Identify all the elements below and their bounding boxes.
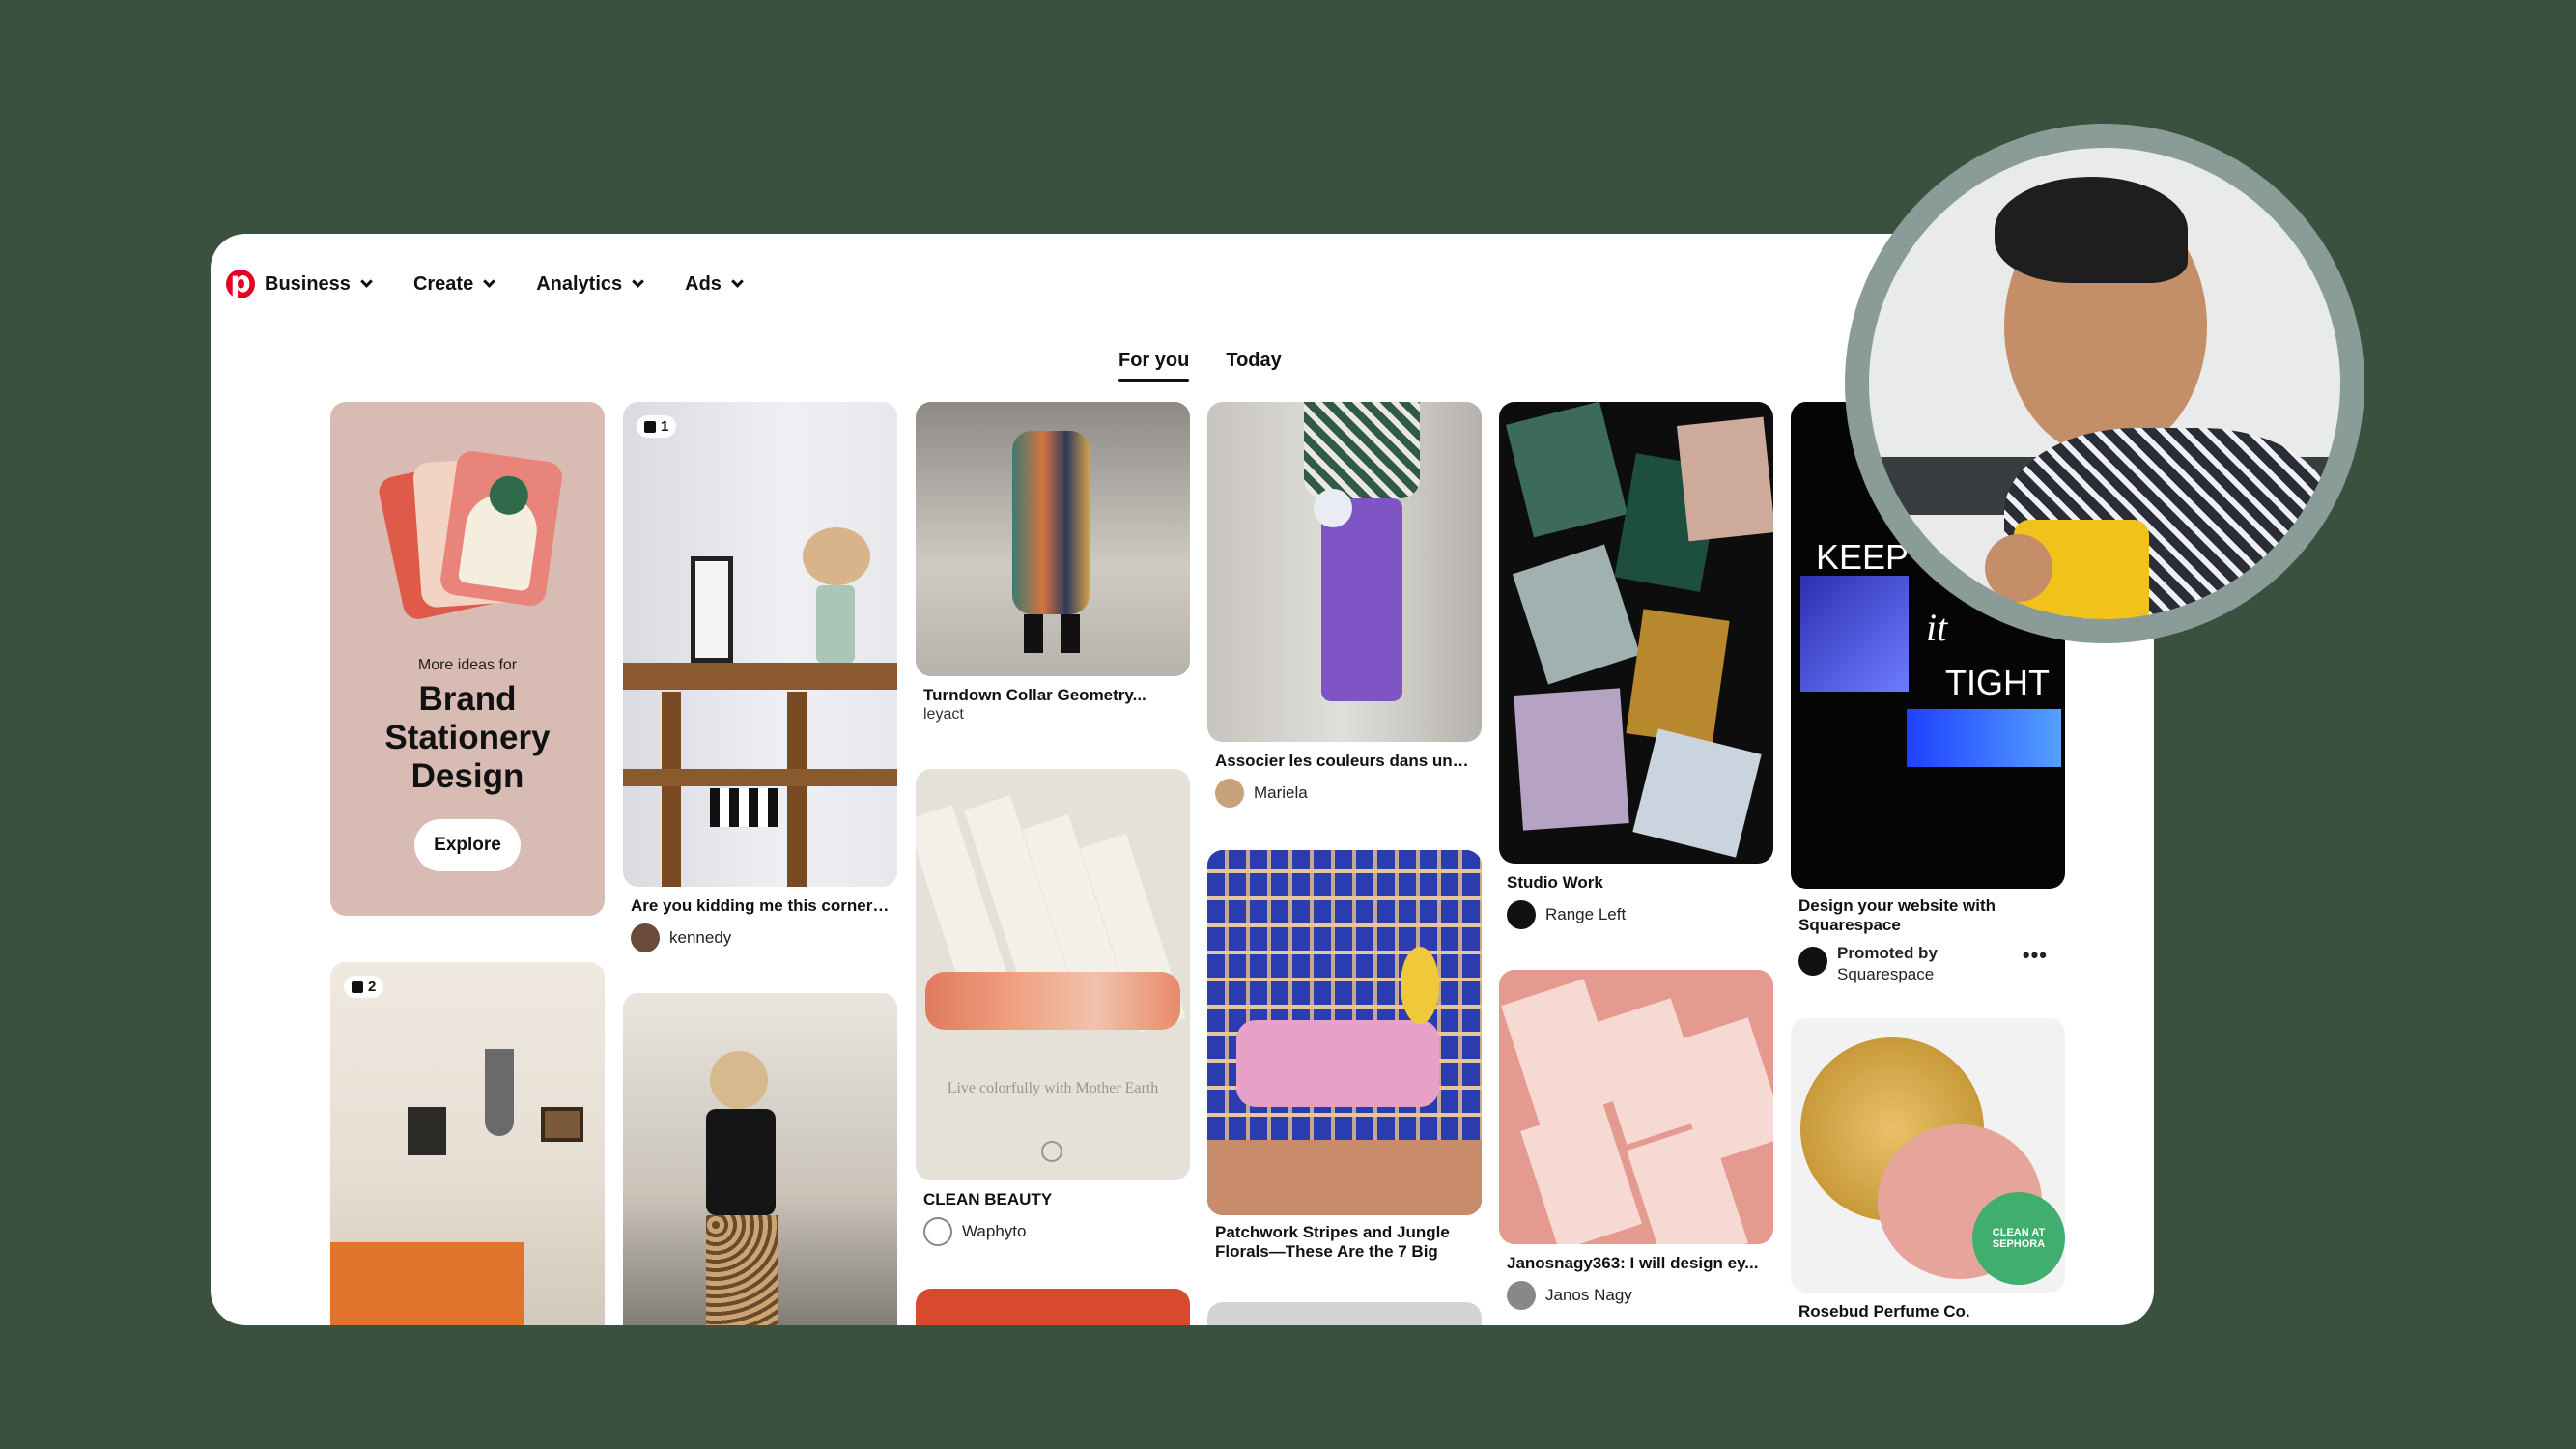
- pin-caption: Janosnagy363: I will design ey... Janos …: [1499, 1254, 1773, 1310]
- pin-owner[interactable]: Range Left: [1507, 900, 1766, 929]
- nav-business[interactable]: Business: [265, 272, 373, 296]
- top-nav: Business Create Analytics Ads: [226, 265, 784, 303]
- pin-count-badge: 1: [637, 415, 677, 438]
- pin-count-value: 2: [368, 979, 377, 995]
- promo-card[interactable]: More ideas for Brand Stationery Design E…: [330, 402, 605, 916]
- pin-owner[interactable]: Promoted by Squarespace •••: [1798, 943, 2057, 985]
- pin-owner[interactable]: Janos Nagy: [1507, 1281, 1766, 1310]
- pin-caption: Turndown Collar Geometry... leyact: [916, 686, 1190, 724]
- chevron-down-icon: [632, 275, 645, 288]
- pin-title[interactable]: CLEAN BEAUTY: [923, 1190, 1182, 1209]
- clean-at-sephora-badge: CLEAN AT SEPHORA: [1972, 1192, 2065, 1285]
- pin-image-purple-outfit[interactable]: [1207, 402, 1482, 742]
- pin-image-clean-beauty[interactable]: Live colorfully with Mother Earth: [916, 769, 1190, 1180]
- chevron-down-icon: [483, 275, 496, 288]
- more-options-icon[interactable]: •••: [2023, 943, 2048, 968]
- chevron-down-icon: [731, 275, 744, 288]
- nav-analytics[interactable]: Analytics: [536, 272, 645, 296]
- pin-caption: Patchwork Stripes and Jungle Florals—The…: [1207, 1223, 1482, 1262]
- multi-image-icon: [644, 420, 656, 433]
- pin-caption: Design your website with Squarespace Pro…: [1791, 896, 2065, 985]
- owner-name: Squarespace: [1837, 965, 1935, 983]
- pin-caption: CLEAN BEAUTY Waphyto: [916, 1190, 1190, 1246]
- pin-owner[interactable]: kennedy: [631, 923, 890, 952]
- pin-image-studio-work[interactable]: [1499, 402, 1773, 864]
- avatar: [1507, 1281, 1536, 1310]
- pin-title[interactable]: Design your website with Squarespace: [1798, 896, 2057, 935]
- tab-today[interactable]: Today: [1226, 350, 1281, 382]
- pin-title[interactable]: Patchwork Stripes and Jungle Florals—The…: [1215, 1223, 1474, 1262]
- pin-count-value: 1: [661, 418, 669, 435]
- pin-image-rosebud[interactable]: CLEAN AT SEPHORA: [1791, 1018, 2065, 1293]
- pin-title[interactable]: Associer les couleurs dans une...: [1215, 752, 1474, 771]
- owner-name: Janos Nagy: [1545, 1286, 1632, 1304]
- flower-icon: [1041, 1141, 1062, 1162]
- pin-count-badge: 2: [344, 976, 384, 998]
- chevron-down-icon: [360, 275, 373, 288]
- explore-button[interactable]: Explore: [414, 819, 521, 871]
- pin-caption: Studio Work Range Left: [1499, 873, 1773, 929]
- person-photo: [1869, 148, 2340, 619]
- pin-source[interactable]: leyact: [923, 705, 1182, 724]
- owner-name: Range Left: [1545, 905, 1627, 923]
- avatar: [1215, 779, 1244, 808]
- owner-name: Waphyto: [962, 1222, 1027, 1240]
- tab-for-you[interactable]: For you: [1118, 350, 1190, 382]
- pin-image-coat[interactable]: [916, 402, 1190, 676]
- nav-ads[interactable]: Ads: [685, 272, 744, 296]
- pin-owner[interactable]: Mariela: [1215, 779, 1474, 808]
- nav-analytics-label: Analytics: [536, 272, 623, 295]
- pin-title[interactable]: Janosnagy363: I will design ey...: [1507, 1254, 1766, 1273]
- pinterest-logo-icon[interactable]: [226, 266, 255, 299]
- pin-image-kitchen[interactable]: 2: [330, 962, 605, 1325]
- nav-ads-label: Ads: [685, 272, 722, 295]
- ad-text-keep: KEEP: [1816, 537, 1910, 577]
- ad-text-tight: TIGHT: [1945, 663, 2050, 702]
- squarespace-logo-icon: [1798, 947, 1827, 976]
- nav-create-label: Create: [412, 272, 474, 295]
- feed-tabs: For you Today: [1118, 350, 1318, 382]
- owner-name: Mariela: [1254, 783, 1308, 802]
- pin-caption: Associer les couleurs dans une... Mariel…: [1207, 752, 1482, 808]
- pin-title[interactable]: Rosebud Perfume Co.: [1798, 1302, 2057, 1321]
- pin-owner[interactable]: Waphyto: [923, 1217, 1182, 1246]
- stationery-illustration: [371, 444, 564, 628]
- avatar: [631, 923, 660, 952]
- pin-caption: Are you kidding me this corner ... kenne…: [623, 896, 897, 952]
- ad-text-it: it: [1926, 606, 1948, 649]
- pin-image-tiles[interactable]: [1207, 850, 1482, 1215]
- pin-image-red[interactable]: [916, 1289, 1190, 1325]
- multi-image-icon: [352, 980, 363, 993]
- promo-title: Brand Stationery Design: [384, 680, 551, 795]
- pin-title[interactable]: Turndown Collar Geometry...: [923, 686, 1182, 705]
- nav-business-label: Business: [265, 272, 351, 295]
- pin-image-cards[interactable]: [1499, 970, 1773, 1244]
- owner-name: kennedy: [669, 928, 732, 947]
- pin-image-shelf[interactable]: 1: [623, 402, 897, 887]
- pin-title[interactable]: Are you kidding me this corner ...: [631, 896, 890, 916]
- pin-image-grey[interactable]: [1207, 1302, 1482, 1325]
- pin-caption: Rosebud Perfume Co.: [1791, 1302, 2065, 1321]
- pin-title[interactable]: Studio Work: [1507, 873, 1766, 893]
- promoted-label: Promoted by: [1837, 944, 1938, 962]
- avatar: [1507, 900, 1536, 929]
- nav-create[interactable]: Create: [412, 272, 496, 296]
- pin-image-street[interactable]: [623, 993, 897, 1325]
- avatar: [923, 1217, 952, 1246]
- promo-caption: More ideas for: [417, 657, 518, 673]
- pin-art-text: Live colorfully with Mother Earth: [947, 1080, 1159, 1096]
